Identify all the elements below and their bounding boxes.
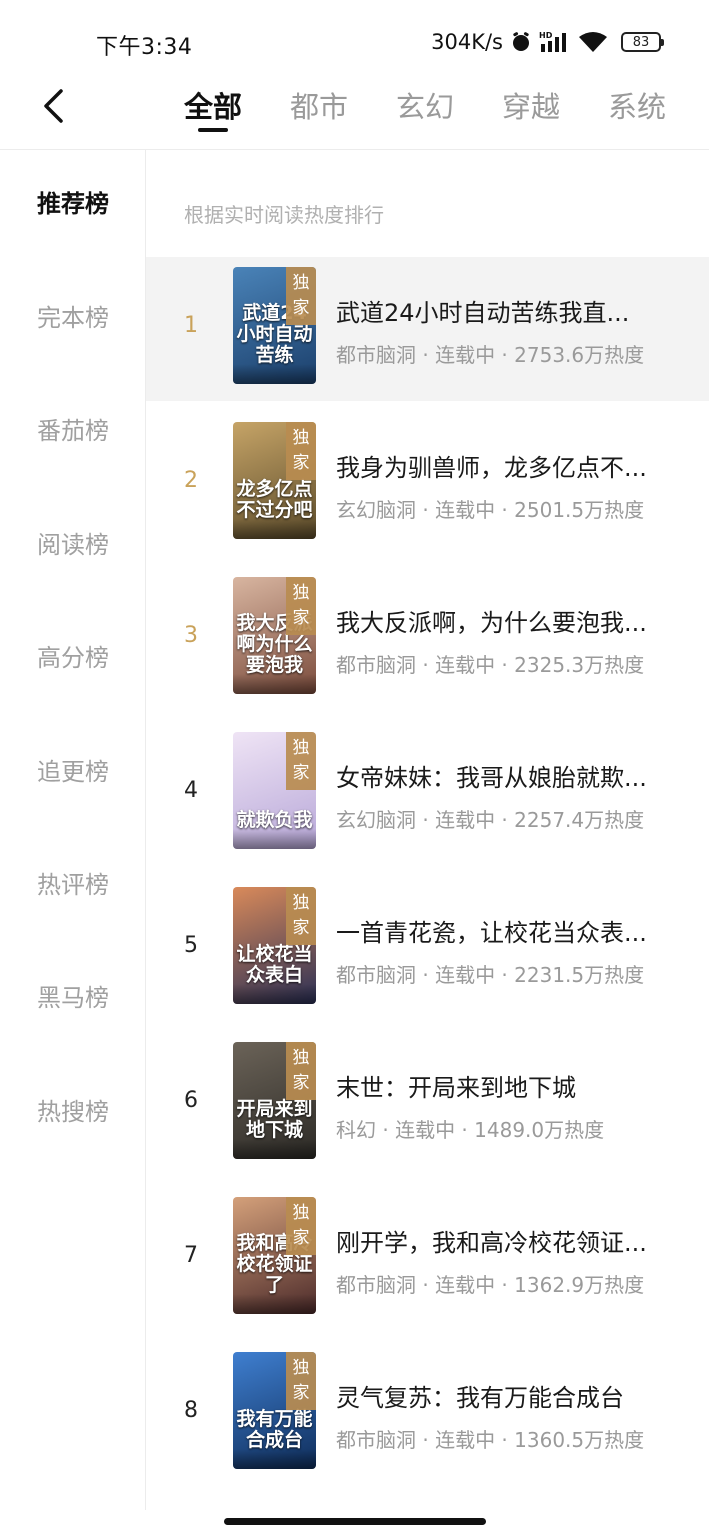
sidebar-item-dark-horse[interactable]: 黑马榜 <box>0 968 146 1028</box>
book-cover[interactable]: 我和高冷校花领证了 独家 <box>233 1197 316 1314</box>
alarm-icon <box>510 31 532 53</box>
exclusive-badge: 独家 <box>286 422 316 480</box>
book-title: 我大反派啊，为什么要泡我... <box>336 609 647 637</box>
chevron-left-icon <box>44 89 63 123</box>
book-cover[interactable]: 我有万能合成台 独家 <box>233 1352 316 1469</box>
book-cover[interactable]: 武道24小时自动苦练 独家 <box>233 267 316 384</box>
tab-all[interactable]: 全部 <box>160 84 266 130</box>
book-meta: 科幻 · 连载中 · 1489.0万热度 <box>336 1118 605 1142</box>
list-item[interactable]: 6 开局来到地下城 独家 末世：开局来到地下城 科幻 · 连载中 · 1489.… <box>146 1032 709 1176</box>
top-nav: 全部 都市 玄幻 穿越 系统 <box>0 70 709 150</box>
list-item[interactable]: 8 我有万能合成台 独家 灵气复苏：我有万能合成台 都市脑洞 · 连载中 · 1… <box>146 1342 709 1486</box>
rank-number: 4 <box>184 778 198 803</box>
cover-title: 龙多亿点不过分吧 <box>236 478 313 521</box>
book-cover[interactable]: 让校花当众表白 独家 <box>233 887 316 1004</box>
ranking-list: 根据实时阅读热度排行 1 武道24小时自动苦练 独家 武道24小时自动苦练我直.… <box>146 150 709 1510</box>
book-meta: 都市脑洞 · 连载中 · 2325.3万热度 <box>336 653 645 677</box>
home-indicator[interactable] <box>224 1518 486 1525</box>
tab-time-travel[interactable]: 穿越 <box>478 84 584 130</box>
sidebar-item-reading[interactable]: 阅读榜 <box>0 515 146 575</box>
status-icons: 304K/s HD 83 <box>431 26 664 58</box>
ranking-sidebar: 推荐榜 完本榜 番茄榜 阅读榜 高分榜 追更榜 热评榜 黑马榜 热搜榜 <box>0 150 146 1510</box>
book-cover[interactable]: 开局来到地下城 独家 <box>233 1042 316 1159</box>
rank-number: 5 <box>184 933 198 958</box>
book-title: 末世：开局来到地下城 <box>336 1074 576 1102</box>
book-title: 灵气复苏：我有万能合成台 <box>336 1384 624 1412</box>
sidebar-item-updating[interactable]: 追更榜 <box>0 742 146 802</box>
cover-title: 我有万能合成台 <box>236 1408 313 1451</box>
book-title: 一首青花瓷，让校花当众表... <box>336 919 647 947</box>
book-title: 刚开学，我和高冷校花领证... <box>336 1229 647 1257</box>
hd-label: HD <box>539 31 553 40</box>
cover-title: 让校花当众表白 <box>236 943 313 986</box>
cover-title: 开局来到地下城 <box>236 1098 313 1141</box>
list-item[interactable]: 2 龙多亿点不过分吧 独家 我身为驯兽师，龙多亿点不... 玄幻脑洞 · 连载中… <box>146 412 709 556</box>
book-cover[interactable]: 就欺负我 独家 <box>233 732 316 849</box>
tab-urban[interactable]: 都市 <box>266 84 372 130</box>
exclusive-badge: 独家 <box>286 1352 316 1410</box>
network-speed: 304K/s <box>431 30 503 54</box>
exclusive-badge: 独家 <box>286 1197 316 1255</box>
exclusive-badge: 独家 <box>286 267 316 325</box>
list-item[interactable]: 7 我和高冷校花领证了 独家 刚开学，我和高冷校花领证... 都市脑洞 · 连载… <box>146 1187 709 1331</box>
book-title: 女帝妹妹：我哥从娘胎就欺... <box>336 764 647 792</box>
exclusive-badge: 独家 <box>286 887 316 945</box>
list-item[interactable]: 1 武道24小时自动苦练 独家 武道24小时自动苦练我直... 都市脑洞 · 连… <box>146 257 709 401</box>
sidebar-item-completed[interactable]: 完本榜 <box>0 288 146 348</box>
book-cover[interactable]: 龙多亿点不过分吧 独家 <box>233 422 316 539</box>
list-item[interactable]: 4 就欺负我 独家 女帝妹妹：我哥从娘胎就欺... 玄幻脑洞 · 连载中 · 2… <box>146 722 709 866</box>
list-item[interactable]: 5 让校花当众表白 独家 一首青花瓷，让校花当众表... 都市脑洞 · 连载中 … <box>146 877 709 1021</box>
rank-number: 7 <box>184 1243 198 1268</box>
cover-title: 就欺负我 <box>236 809 313 831</box>
book-meta: 玄幻脑洞 · 连载中 · 2501.5万热度 <box>336 498 645 522</box>
sidebar-item-hot-comments[interactable]: 热评榜 <box>0 855 146 915</box>
exclusive-badge: 独家 <box>286 732 316 790</box>
rank-number: 3 <box>184 623 198 648</box>
wifi-icon <box>578 31 608 53</box>
exclusive-badge: 独家 <box>286 1042 316 1100</box>
back-button[interactable] <box>32 84 76 128</box>
list-item[interactable]: 3 我大反派啊为什么要泡我 独家 我大反派啊，为什么要泡我... 都市脑洞 · … <box>146 567 709 711</box>
rank-number: 8 <box>184 1398 198 1423</box>
book-meta: 玄幻脑洞 · 连载中 · 2257.4万热度 <box>336 808 645 832</box>
rank-number: 6 <box>184 1088 198 1113</box>
book-meta: 都市脑洞 · 连载中 · 2753.6万热度 <box>336 343 645 367</box>
sidebar-item-tomato[interactable]: 番茄榜 <box>0 401 146 461</box>
sidebar-item-hot-search[interactable]: 热搜榜 <box>0 1082 146 1142</box>
book-meta: 都市脑洞 · 连载中 · 1360.5万热度 <box>336 1428 645 1452</box>
book-meta: 都市脑洞 · 连载中 · 2231.5万热度 <box>336 963 645 987</box>
sidebar-item-recommended[interactable]: 推荐榜 <box>0 174 146 234</box>
tab-fantasy[interactable]: 玄幻 <box>372 84 478 130</box>
ranking-subtitle: 根据实时阅读热度排行 <box>184 203 384 227</box>
rank-number: 2 <box>184 468 198 493</box>
active-tab-indicator <box>198 128 228 132</box>
book-title: 武道24小时自动苦练我直... <box>336 299 630 327</box>
tab-system[interactable]: 系统 <box>584 84 690 130</box>
book-title: 我身为驯兽师，龙多亿点不... <box>336 454 647 482</box>
cellular-signal-icon: HD <box>539 30 571 54</box>
battery-icon: 83 <box>621 32 664 52</box>
sidebar-item-high-score[interactable]: 高分榜 <box>0 628 146 688</box>
category-tabs: 全部 都市 玄幻 穿越 系统 <box>160 70 709 150</box>
exclusive-badge: 独家 <box>286 577 316 635</box>
book-meta: 都市脑洞 · 连载中 · 1362.9万热度 <box>336 1273 645 1297</box>
rank-number: 1 <box>184 313 198 338</box>
status-time: 下午3:34 <box>96 35 193 60</box>
book-cover[interactable]: 我大反派啊为什么要泡我 独家 <box>233 577 316 694</box>
